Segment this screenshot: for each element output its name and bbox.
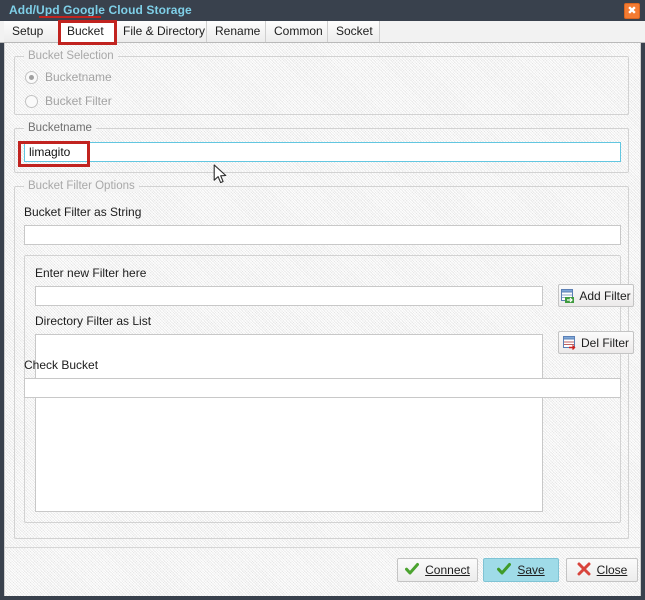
add-filter-button-label: Add Filter: [579, 288, 631, 303]
close-button-label: Close: [596, 563, 628, 577]
enter-new-filter-label: Enter new Filter here: [35, 266, 147, 280]
add-filter-button[interactable]: Add Filter: [558, 284, 634, 307]
bucket-filter-as-string-label: Bucket Filter as String: [24, 205, 142, 219]
close-button[interactable]: Close: [566, 558, 638, 582]
tab-rename-label: Rename: [215, 24, 261, 38]
radio-bucket-filter-label: Bucket Filter: [45, 94, 112, 108]
close-icon: ✖: [627, 4, 637, 17]
tab-bucket[interactable]: Bucket: [59, 21, 115, 42]
check-bucket-input[interactable]: [24, 378, 621, 398]
dialog-window: Add/Upd Google Cloud Storage ✖ Setup Buc…: [0, 0, 645, 600]
bucketname-input[interactable]: [24, 142, 621, 162]
del-filter-button-label: Del Filter: [580, 335, 629, 350]
tab-bucket-label: Bucket: [67, 24, 104, 38]
footer-divider: [5, 547, 640, 548]
tab-setup-label: Setup: [12, 24, 44, 38]
tab-rename[interactable]: Rename: [207, 21, 266, 42]
connect-button[interactable]: Connect: [397, 558, 478, 582]
bucket-selection-group: Bucket Selection Bucketname Bucket Filte…: [14, 50, 629, 115]
title-annotation-underline: [39, 16, 101, 18]
tab-bar: Setup Bucket File & Directory Rename Com…: [0, 21, 645, 43]
grid-delete-icon: [562, 335, 577, 350]
radio-bucketname-label: Bucketname: [45, 70, 112, 84]
window-close-button[interactable]: ✖: [624, 3, 640, 19]
tab-file-and-directory-label: File & Directory: [123, 24, 206, 38]
bucket-filter-options-group: Bucket Filter Options Bucket Filter as S…: [14, 180, 634, 539]
directory-filter-as-list-label: Directory Filter as List: [35, 314, 152, 328]
connect-button-label: Connect: [425, 563, 470, 577]
dialog-content: Bucket Selection Bucketname Bucket Filte…: [4, 43, 641, 596]
save-button[interactable]: Save: [483, 558, 559, 582]
check-bucket-label: Check Bucket: [24, 358, 99, 372]
tab-file-and-directory[interactable]: File & Directory: [115, 21, 207, 42]
directory-filter-list[interactable]: [35, 334, 543, 512]
save-button-label: Save: [517, 563, 545, 577]
radio-bucket-filter-indicator: [25, 94, 38, 108]
radio-bucket-filter[interactable]: Bucket Filter: [25, 93, 112, 109]
grid-add-icon: [561, 288, 575, 303]
tab-socket-label: Socket: [336, 24, 373, 38]
del-filter-button[interactable]: Del Filter: [558, 331, 634, 354]
bucketname-group: Bucketname: [14, 122, 629, 173]
tab-socket[interactable]: Socket: [328, 21, 380, 42]
tab-common-label: Common: [274, 24, 323, 38]
title-bar: Add/Upd Google Cloud Storage ✖: [0, 0, 645, 21]
bucket-filter-options-group-title: Bucket Filter Options: [24, 180, 139, 192]
x-mark-icon: [577, 562, 591, 579]
check-icon: [497, 562, 512, 579]
radio-bucketname[interactable]: Bucketname: [25, 69, 112, 85]
check-icon: [405, 562, 420, 579]
tab-setup[interactable]: Setup: [4, 21, 59, 42]
bucketname-group-title: Bucketname: [24, 122, 96, 134]
bucket-filter-as-string-input[interactable]: [24, 225, 621, 245]
window-title: Add/Upd Google Cloud Storage: [9, 3, 192, 17]
tab-common[interactable]: Common: [266, 21, 328, 42]
radio-bucketname-indicator: [25, 70, 38, 84]
new-filter-input[interactable]: [35, 286, 543, 306]
bucket-selection-group-title: Bucket Selection: [24, 50, 118, 62]
